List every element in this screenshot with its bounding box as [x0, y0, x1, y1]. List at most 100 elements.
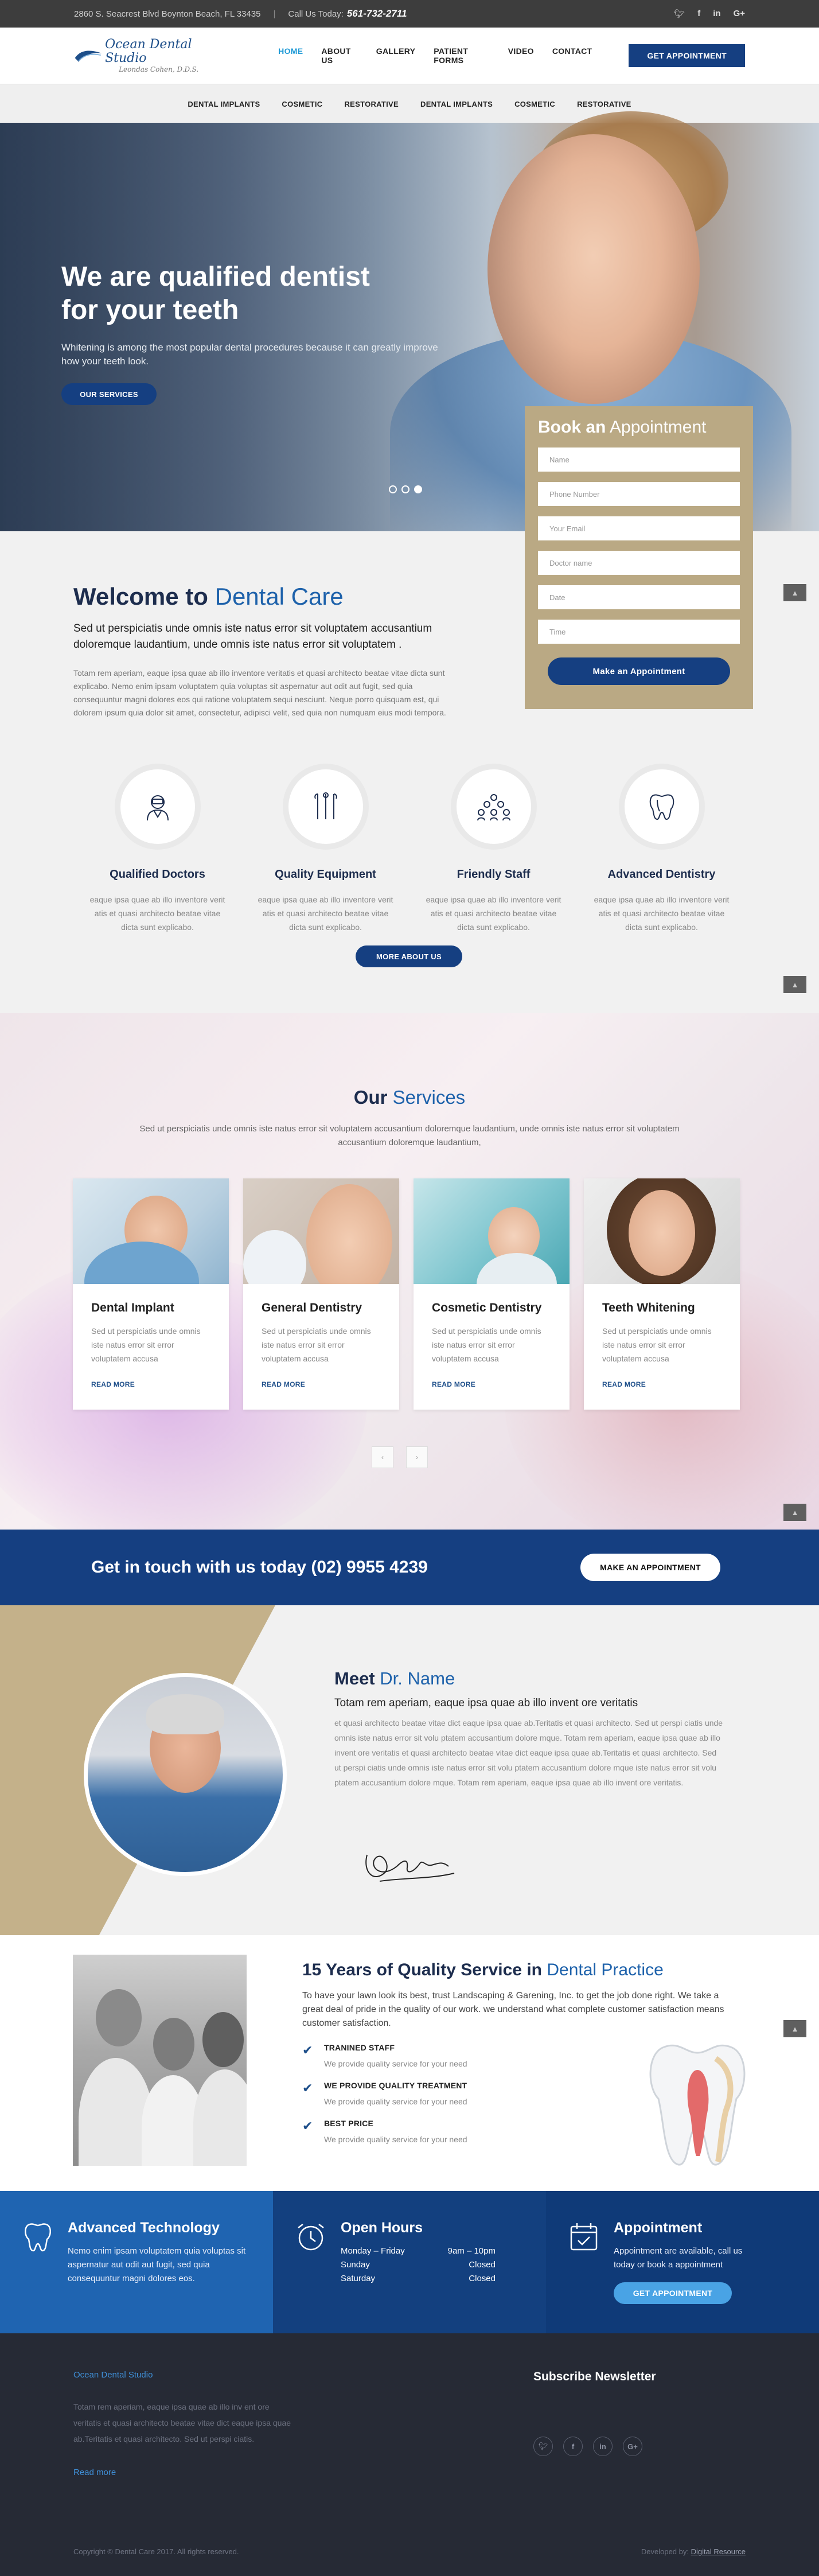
- welcome-body: Totam rem aperiam, eaque ipsa quae ab il…: [73, 668, 446, 717]
- read-more-link[interactable]: READ MORE: [91, 1380, 229, 1388]
- get-appointment-button[interactable]: GET APPOINTMENT: [629, 44, 745, 67]
- our-services-button[interactable]: OUR SERVICES: [61, 383, 157, 405]
- quality-section: ▲ 15 Years of Quality Service in Dental …: [0, 1935, 819, 2191]
- read-more-link[interactable]: READ MORE: [602, 1380, 740, 1388]
- doctor-portrait: [84, 1673, 287, 1876]
- feature-title: Advanced Dentistry: [607, 868, 716, 881]
- slider-dot[interactable]: [401, 485, 410, 493]
- subnav-item[interactable]: COSMETIC: [514, 100, 555, 108]
- tooth-outline-icon: [25, 2223, 51, 2252]
- top-bar: 2860 S. Seacrest Blvd Boynton Beach, FL …: [0, 0, 819, 28]
- date-field[interactable]: Date: [538, 585, 740, 609]
- feature-title: Friendly Staff: [457, 868, 531, 881]
- tooth-cross-section-icon: [649, 2044, 746, 2166]
- footer-about: Totam rem aperiam, eaque ipsa quae ab il…: [73, 2402, 291, 2443]
- linkedin-icon[interactable]: in: [593, 2437, 613, 2456]
- scroll-top-button[interactable]: ▲: [783, 584, 806, 601]
- logo-subtitle: Leondas Cohen, D.D.S.: [119, 65, 199, 73]
- footer-read-more-link[interactable]: Read more: [73, 2468, 116, 2477]
- staff-group-icon: [477, 794, 510, 821]
- info-text: Appointment are available, call us today…: [614, 2246, 743, 2270]
- footer-brand[interactable]: Ocean Dental Studio: [73, 2370, 153, 2380]
- developer-link[interactable]: Digital Resource: [691, 2547, 746, 2556]
- scroll-top-button[interactable]: ▲: [783, 2020, 806, 2037]
- booking-form: Book an Appointment Name Phone Number Yo…: [525, 406, 753, 709]
- service-image: [414, 1178, 570, 1284]
- email-field[interactable]: Your Email: [538, 516, 740, 540]
- subnav-item[interactable]: DENTAL IMPLANTS: [188, 100, 260, 108]
- staff-photo: [73, 1955, 247, 2166]
- services-title: Our Services: [353, 1087, 466, 1108]
- feature-title: Quality Equipment: [275, 868, 376, 881]
- copyright: Copyright © Dental Care 2017. All rights…: [73, 2547, 239, 2556]
- service-title: Cosmetic Dentistry: [432, 1301, 542, 1314]
- googleplus-icon[interactable]: G+: [623, 2437, 642, 2456]
- header: Ocean Dental Studio Leondas Cohen, D.D.S…: [0, 28, 819, 84]
- welcome-lead: Sed ut perspiciatis unde omnis iste natu…: [73, 622, 432, 651]
- service-title: Dental Implant: [91, 1301, 174, 1314]
- service-title: General Dentistry: [262, 1301, 362, 1314]
- cta-text: Get in touch with us today (02) 9955 423…: [91, 1558, 428, 1577]
- make-appointment-cta-button[interactable]: MAKE AN APPOINTMENT: [580, 1554, 720, 1581]
- make-appointment-button[interactable]: Make an Appointment: [548, 657, 730, 685]
- info-title: Open Hours: [341, 2220, 423, 2236]
- logo-name: Ocean Dental Studio: [105, 37, 192, 65]
- service-card[interactable]: Dental Implant Sed ut perspiciatis unde …: [73, 1178, 229, 1410]
- feature-item: Quality Equipment eaque ipsa quae ab ill…: [241, 769, 410, 934]
- subnav-item[interactable]: DENTAL IMPLANTS: [420, 100, 493, 108]
- service-card[interactable]: General Dentistry Sed ut perspiciatis un…: [243, 1178, 399, 1410]
- subnav-item[interactable]: RESTORATIVE: [344, 100, 399, 108]
- linkedin-icon[interactable]: in: [713, 9, 720, 19]
- slider-dot[interactable]: [389, 485, 397, 493]
- hero-title: We are qualified dentist for your teeth: [61, 262, 370, 325]
- service-cards: Dental Implant Sed ut perspiciatis unde …: [73, 1178, 740, 1410]
- services-section: Our Services Sed ut perspiciatis unde om…: [0, 1013, 819, 1530]
- twitter-icon[interactable]: 🐦︎: [674, 9, 685, 19]
- read-more-link[interactable]: READ MORE: [262, 1380, 399, 1388]
- phone-number[interactable]: 561-732-2711: [347, 8, 407, 20]
- quality-title: 15 Years of Quality Service in Dental Pr…: [302, 1960, 664, 1979]
- feature-text: eaque ipsa quae ab illo inventore verit …: [89, 895, 225, 932]
- dental-tools-icon: [314, 792, 337, 819]
- social-links: 🐦︎ f in G+: [674, 9, 745, 19]
- info-box-appointment: Appointment Appointment are available, c…: [546, 2191, 819, 2333]
- feature-text: eaque ipsa quae ab illo inventore verit …: [258, 895, 393, 932]
- read-more-link[interactable]: READ MORE: [432, 1380, 570, 1388]
- nav-video[interactable]: VIDEO: [508, 46, 534, 65]
- scroll-top-button[interactable]: ▲: [783, 1504, 806, 1521]
- welcome-title: Welcome to Dental Care: [73, 583, 344, 610]
- quality-lead: To have your lawn look its best, trust L…: [302, 1991, 724, 2028]
- nav-gallery[interactable]: GALLERY: [376, 46, 415, 65]
- wave-logo-icon: [75, 50, 102, 62]
- service-text: Sed ut perspiciatis unde omnis iste natu…: [432, 1326, 541, 1363]
- feature-text: eaque ipsa quae ab illo inventore verit …: [426, 895, 561, 932]
- nav-patient-forms[interactable]: PATIENT FORMS: [434, 46, 490, 65]
- phone-field[interactable]: Phone Number: [538, 482, 740, 506]
- service-card[interactable]: Cosmetic Dentistry Sed ut perspiciatis u…: [414, 1178, 570, 1410]
- more-about-us-button[interactable]: MORE ABOUT US: [356, 945, 462, 967]
- next-arrow-icon[interactable]: ›: [406, 1446, 428, 1468]
- googleplus-icon[interactable]: G+: [734, 9, 745, 19]
- slider-dot-active[interactable]: [414, 485, 422, 493]
- doctor-field[interactable]: Doctor name: [538, 551, 740, 575]
- prev-arrow-icon[interactable]: ‹: [372, 1446, 393, 1468]
- newsletter-title: Subscribe Newsletter: [533, 2370, 656, 2383]
- subnav-item[interactable]: COSMETIC: [282, 100, 322, 108]
- logo[interactable]: Ocean Dental Studio Leondas Cohen, D.D.S…: [74, 38, 215, 73]
- nav-about[interactable]: ABOUT US: [321, 46, 357, 65]
- feature-item: Advanced Dentistry eaque ipsa quae ab il…: [578, 769, 746, 934]
- nav-contact[interactable]: CONTACT: [552, 46, 592, 65]
- name-field[interactable]: Name: [538, 448, 740, 472]
- get-appointment-info-button[interactable]: GET APPOINTMENT: [614, 2282, 732, 2304]
- service-card[interactable]: Teeth Whitening Sed ut perspiciatis unde…: [584, 1178, 740, 1410]
- sub-nav: DENTAL IMPLANTS COSMETIC RESTORATIVE DEN…: [0, 84, 819, 123]
- facebook-icon[interactable]: f: [697, 9, 700, 19]
- subnav-item[interactable]: RESTORATIVE: [577, 100, 631, 108]
- twitter-icon[interactable]: 🐦︎: [533, 2437, 553, 2456]
- booking-title: Book an Appointment: [538, 418, 707, 437]
- calendar-icon: [570, 2223, 598, 2251]
- scroll-top-button[interactable]: ▲: [783, 976, 806, 993]
- facebook-icon[interactable]: f: [563, 2437, 583, 2456]
- nav-home[interactable]: HOME: [278, 46, 303, 65]
- time-field[interactable]: Time: [538, 620, 740, 644]
